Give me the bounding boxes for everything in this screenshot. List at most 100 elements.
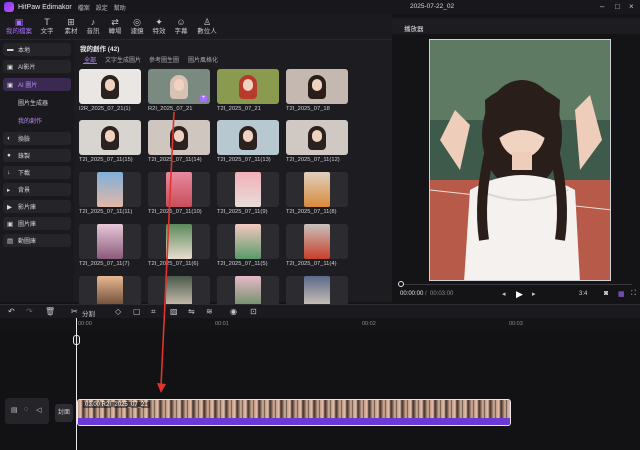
sidebar-item-record[interactable]: ● 錄製 — [3, 149, 71, 162]
gallery-thumbnail[interactable] — [217, 120, 279, 155]
tool-audio[interactable]: ♪ 音訊 — [81, 17, 105, 36]
sidebar: ▬ 本地 ▣ AI影片 ▣ AI 圖片 圖片生成器 我的創作 ◐ 換臉 ● 錄製 ↓ 下載 … — [0, 40, 74, 302]
video-clip[interactable]: 03.00 R2I_2025_07_21 — [77, 399, 511, 426]
tool-digital-human[interactable]: ♙ 數位人 — [193, 17, 221, 36]
thumbnail-face — [174, 130, 184, 142]
progress-handle[interactable] — [398, 281, 404, 287]
gallery-thumbnail[interactable] — [286, 69, 348, 104]
thumbnail-label: I2R_2025_07_21(1) — [79, 106, 131, 112]
sidebar-item-gif-library[interactable]: ▤ 動圖庫 — [3, 234, 71, 247]
sidebar-item-image-library[interactable]: ▣ 圖片庫 — [3, 217, 71, 230]
next-frame-icon[interactable]: ▸ — [532, 290, 536, 298]
gallery-thumbnail[interactable] — [148, 120, 210, 155]
thumbnail-image — [97, 172, 123, 207]
gallery-thumbnail[interactable] — [79, 224, 141, 259]
track-lock-icon[interactable]: ◌ — [24, 406, 28, 413]
gallery-thumbnail[interactable] — [79, 172, 141, 207]
aspect-ratio-select[interactable]: 3:4 — [579, 291, 587, 297]
sidebar-item-ai-image[interactable]: ▣ AI 圖片 — [3, 78, 71, 91]
gallery-thumbnail[interactable]: + — [148, 69, 210, 104]
layout-icon[interactable]: ▦ — [618, 290, 625, 298]
tab-image-stylize[interactable]: 圖片風格化 — [188, 55, 218, 64]
menu-file[interactable]: 檔案 — [78, 3, 90, 12]
thumbnail-label: T2I_2025_07_11(10) — [148, 209, 202, 215]
scissors-icon[interactable]: ✂ — [71, 307, 78, 316]
prev-frame-icon[interactable]: ◂ — [502, 290, 506, 298]
menu-help[interactable]: 幫助 — [114, 3, 126, 12]
cover-button[interactable]: 封面 — [55, 404, 73, 422]
main-toolbar: ▣ 我的檔案 T 文字 ⊞ 素材 ♪ 音訊 ⇄ 轉場 ◎ 濾鏡 ✦ 特效 ☺ 字幕 ♙ 數位人 — [0, 14, 392, 40]
thumbnail-face — [105, 130, 115, 142]
gallery-thumbnail[interactable] — [79, 120, 141, 155]
tool-filter[interactable]: ◎ 濾鏡 — [125, 17, 149, 36]
tool-my-files[interactable]: ▣ 我的檔案 — [4, 17, 34, 36]
thumbnail-image — [235, 172, 261, 207]
gallery-thumbnail[interactable] — [148, 224, 210, 259]
track-mute-icon[interactable]: ◁ — [36, 406, 41, 414]
sidebar-item-face-swap[interactable]: ◐ 換臉 — [3, 132, 71, 145]
video-library-icon: ▶ — [7, 203, 12, 211]
crop-icon[interactable]: ⌗ — [151, 307, 156, 317]
background-icon: ▸ — [7, 186, 11, 194]
clip-label: 03.00 R2I_2025_07_21 — [83, 402, 150, 408]
gallery-thumbnail[interactable] — [217, 224, 279, 259]
close-icon[interactable]: × — [629, 2, 634, 11]
gallery-thumbnail[interactable] — [148, 172, 210, 207]
tool-subtitle[interactable]: ☺ 字幕 — [169, 17, 193, 36]
minimize-icon[interactable]: – — [600, 2, 604, 11]
sidebar-item-video-library[interactable]: ▶ 影片庫 — [3, 200, 71, 213]
freeze-icon[interactable]: ▢ — [133, 307, 141, 316]
thumbnail-label: T2I_2025_07_11(6) — [148, 261, 199, 267]
thumbnail-face — [174, 79, 184, 91]
gallery-thumbnail[interactable] — [286, 224, 348, 259]
play-icon[interactable]: ▶ — [516, 289, 523, 300]
tool-text[interactable]: T 文字 — [35, 17, 59, 36]
delete-icon[interactable]: 🗑 — [45, 307, 55, 316]
gallery-thumbnail[interactable] — [217, 172, 279, 207]
speed-icon[interactable]: ≋ — [206, 307, 213, 316]
sidebar-item-background[interactable]: ▸ 背景 — [3, 183, 71, 196]
undo-icon[interactable]: ↶ — [8, 307, 15, 316]
timeline-ruler[interactable]: 00:00 00:01 00:02 00:03 — [0, 318, 640, 332]
tab-text-to-image[interactable]: 文字生成圖片 — [105, 55, 141, 64]
video-preview[interactable] — [429, 39, 611, 281]
split-button[interactable]: 分割 — [82, 308, 95, 318]
redo-icon[interactable]: ↷ — [26, 307, 33, 316]
sidebar-sub-my-creations[interactable]: 我的創作 — [18, 116, 42, 125]
playhead[interactable] — [76, 318, 77, 450]
tool-transition[interactable]: ⇄ 轉場 — [103, 17, 127, 36]
audio-detach-icon[interactable]: ◉ — [230, 307, 237, 316]
resize-icon[interactable]: ▨ — [170, 307, 178, 316]
gallery-thumbnail[interactable] — [286, 120, 348, 155]
progress-track[interactable] — [400, 284, 632, 285]
gallery-thumbnail[interactable] — [79, 69, 141, 104]
gallery-thumbnail[interactable] — [217, 69, 279, 104]
clip-audio-bar — [78, 418, 510, 425]
mirror-icon[interactable]: ⇋ — [188, 307, 195, 316]
snapshot-icon[interactable]: ◙ — [604, 290, 608, 297]
tab-underline — [83, 63, 97, 64]
menu-settings[interactable]: 設定 — [96, 3, 108, 12]
sidebar-item-local[interactable]: ▬ 本地 — [3, 43, 71, 56]
image-library-icon: ▣ — [7, 220, 14, 228]
tool-effects[interactable]: ✦ 特效 — [147, 17, 171, 36]
tool-assets[interactable]: ⊞ 素材 — [59, 17, 83, 36]
maximize-icon[interactable]: □ — [615, 2, 620, 11]
gallery-thumbnail[interactable] — [286, 172, 348, 207]
app-name: HitPaw Edimakor — [18, 3, 72, 11]
sidebar-item-ai-video[interactable]: ▣ AI影片 — [3, 60, 71, 73]
time-separator: / — [425, 291, 427, 297]
track-visibility-icon[interactable]: ▤ — [11, 406, 18, 414]
thumbnail-label: T2I_2025_07_11(14) — [148, 157, 202, 163]
thumbnail-face — [312, 130, 322, 142]
add-to-timeline-icon[interactable]: + — [200, 95, 207, 102]
tab-image-to-image[interactable]: 參考圖生圖 — [149, 55, 179, 64]
sidebar-sub-image-generator[interactable]: 圖片生成器 — [18, 98, 48, 107]
replace-icon[interactable]: ⊡ — [250, 307, 257, 316]
thumbnail-face — [243, 79, 253, 91]
fullscreen-icon[interactable]: ⛶ — [631, 290, 636, 298]
player-header — [392, 18, 640, 34]
app-logo — [4, 2, 14, 12]
sidebar-item-download[interactable]: ↓ 下載 — [3, 166, 71, 179]
shield-icon[interactable]: ◇ — [115, 307, 121, 316]
